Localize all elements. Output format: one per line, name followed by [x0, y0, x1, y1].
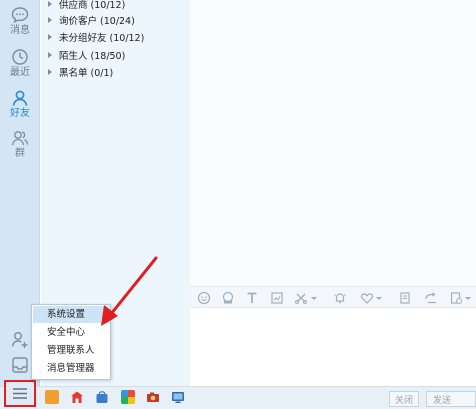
camera-icon[interactable]: [146, 390, 160, 404]
scissors-icon[interactable]: [294, 291, 308, 305]
send-button[interactable]: 发送: [426, 391, 476, 407]
font-icon[interactable]: [245, 291, 259, 305]
share-icon[interactable]: [424, 291, 438, 305]
group-icon: [11, 131, 29, 146]
close-button[interactable]: 关闭: [389, 391, 419, 407]
send-label: 发送: [433, 395, 452, 406]
rail-label-messages: 消息: [10, 25, 30, 36]
rail-item-groups[interactable]: 群: [0, 129, 40, 167]
expand-arrow-icon[interactable]: [48, 69, 52, 75]
shop-icon[interactable]: [70, 390, 84, 404]
chat-toolbar: [190, 286, 476, 308]
emoji-icon[interactable]: [197, 291, 211, 305]
image-icon[interactable]: [270, 291, 284, 305]
bell-icon[interactable]: [333, 291, 347, 305]
expand-arrow-icon[interactable]: [48, 34, 52, 40]
file-icon[interactable]: [398, 291, 412, 305]
group-label: 询价客户 (10/24): [59, 16, 135, 27]
monitor-icon[interactable]: [171, 390, 185, 404]
app-icon-wallet[interactable]: [45, 390, 59, 404]
rail-label-groups: 群: [15, 148, 25, 159]
add-contact-icon[interactable]: [10, 330, 30, 350]
chevron-down-icon[interactable]: [375, 291, 383, 305]
chat-history: [190, 0, 476, 286]
group-label: 供应商 (10/12): [59, 0, 126, 11]
group-row-ungrouped[interactable]: 未分组好友 (10/12): [41, 28, 190, 46]
rail-label-recent: 最近: [10, 67, 30, 78]
message-input[interactable]: [190, 308, 476, 386]
menu-item-system-settings[interactable]: 系统设置: [33, 306, 110, 323]
rail-label-friends: 好友: [10, 108, 30, 119]
menu-item-message-manager[interactable]: 消息管理器: [33, 360, 110, 377]
group-row-inquiry-customers[interactable]: 询价客户 (10/24): [41, 11, 190, 29]
expand-arrow-icon[interactable]: [48, 1, 52, 7]
heart-icon[interactable]: [360, 291, 374, 305]
group-label: 未分组好友 (10/12): [59, 33, 145, 44]
rail-item-recent[interactable]: 最近: [0, 48, 40, 86]
group-row-blacklist[interactable]: 黑名单 (0/1): [41, 63, 190, 81]
bag-icon[interactable]: [95, 390, 109, 404]
menu-icon: [13, 388, 27, 399]
chevron-down-icon[interactable]: [310, 291, 318, 305]
person-icon: [12, 90, 28, 106]
chevron-down-icon[interactable]: [464, 291, 472, 305]
group-label: 黑名单 (0/1): [59, 68, 114, 79]
main-popup-menu: 系统设置 安全中心 管理联系人 消息管理器: [31, 304, 111, 380]
group-row-strangers[interactable]: 陌生人 (18/50): [41, 46, 190, 64]
rail-item-messages[interactable]: 消息: [0, 6, 40, 44]
message-icon: [11, 7, 29, 24]
clock-icon: [12, 49, 28, 65]
menu-item-manage-contacts[interactable]: 管理联系人: [33, 342, 110, 359]
main-menu-button[interactable]: [4, 380, 36, 407]
expand-arrow-icon[interactable]: [48, 52, 52, 58]
rail-item-friends[interactable]: 好友: [0, 89, 40, 127]
history-icon[interactable]: [449, 291, 463, 305]
inbox-icon[interactable]: [10, 355, 30, 375]
menu-item-security-center[interactable]: 安全中心: [33, 324, 110, 341]
apps-icon[interactable]: [121, 390, 135, 404]
expand-arrow-icon[interactable]: [48, 17, 52, 23]
group-label: 陌生人 (18/50): [59, 51, 126, 62]
sticker-icon[interactable]: [221, 291, 235, 305]
chat-area: [190, 0, 476, 409]
